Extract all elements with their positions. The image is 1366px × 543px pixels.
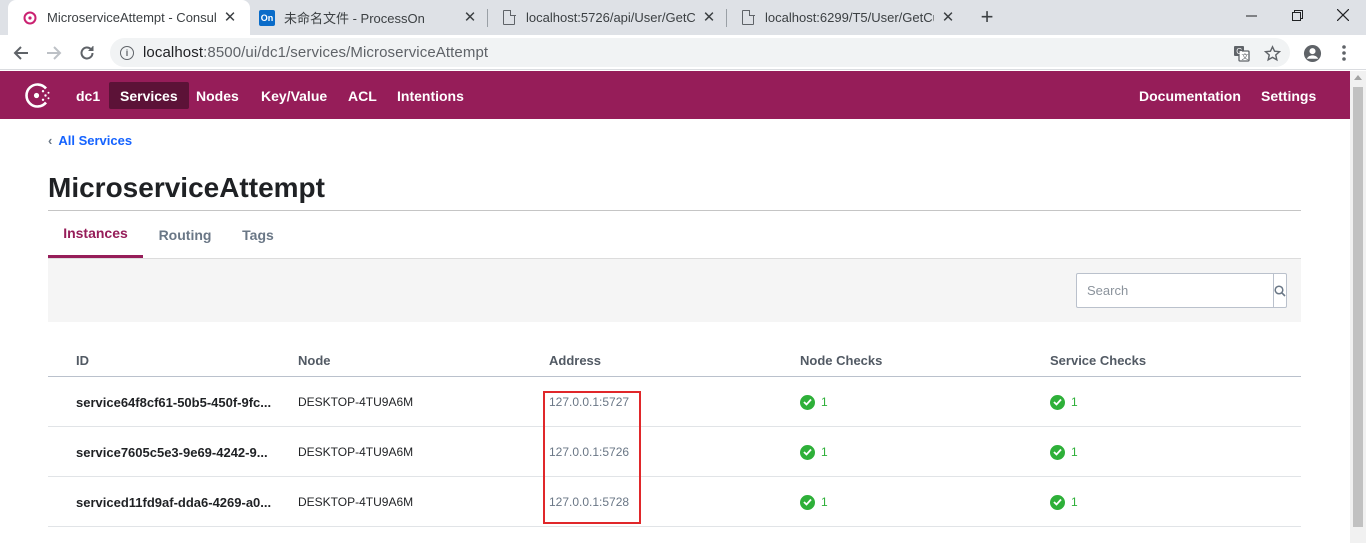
service-checks-count: 1 [1071,395,1078,409]
document-icon [501,9,517,26]
check-passing-icon [1050,394,1065,410]
search-icon [1274,284,1286,297]
scroll-thumb[interactable] [1353,87,1363,527]
node-checks-count: 1 [821,395,828,409]
service-tabs: Instances Routing Tags [48,211,1301,259]
browser-menu-icon[interactable] [1331,40,1357,66]
instance-node: DESKTOP-4TU9A6M [298,495,414,509]
service-checks-cell: 1 [1050,477,1078,527]
table-header: ID Node Address Node Checks Service Chec… [48,345,1301,377]
browser-tab-localhost-5726[interactable]: localhost:5726/api/User/GetCu ✕ [487,0,729,35]
document-icon [740,9,756,26]
nav-intentions[interactable]: Intentions [386,82,475,109]
browser-tab-processon[interactable]: On 未命名文件 - ProcessOn ✕ [245,0,490,35]
service-checks-count: 1 [1071,445,1078,459]
breadcrumb-all-services[interactable]: All Services [58,133,132,148]
consul-icon [22,10,38,26]
tab-title: MicroserviceAttempt - Consul [47,10,216,25]
instance-node: DESKTOP-4TU9A6M [298,445,414,459]
check-passing-icon [800,394,815,410]
reload-icon[interactable] [74,40,100,66]
processon-icon: On [259,9,275,26]
nav-key-value[interactable]: Key/Value [250,82,338,109]
table-row[interactable]: serviced11fd9af-dda6-4269-a0... DESKTOP-… [48,477,1301,527]
filter-bar [48,259,1301,322]
minimize-icon[interactable] [1228,0,1274,30]
datacenter-selector[interactable]: dc1 [65,82,111,109]
table-row[interactable]: service7605c5e3-9e69-4242-9... DESKTOP-4… [48,427,1301,477]
tab-tags[interactable]: Tags [233,211,283,258]
search-button[interactable] [1273,274,1286,307]
url-text: localhost:8500/ui/dc1/services/Microserv… [143,44,489,61]
consul-top-nav: dc1 Services Nodes Key/Value ACL Intenti… [0,71,1350,119]
tab-routing[interactable]: Routing [151,211,219,258]
address-bar[interactable]: i localhost:8500/ui/dc1/services/Microse… [110,38,1290,67]
node-checks-cell: 1 [800,377,828,427]
tab-instances[interactable]: Instances [48,211,143,258]
header-id: ID [76,353,89,368]
page-scrollbar[interactable] [1350,71,1366,543]
header-address: Address [549,353,602,368]
browser-toolbar: i localhost:8500/ui/dc1/services/Microse… [0,35,1366,70]
instances-table: ID Node Address Node Checks Service Chec… [48,345,1301,527]
node-checks-cell: 1 [800,427,828,477]
breadcrumb[interactable]: ‹ All Services [48,133,132,148]
instance-id[interactable]: service64f8cf61-50b5-450f-9fc... [76,377,271,427]
service-checks-count: 1 [1071,495,1078,509]
browser-tab-strip: MicroserviceAttempt - Consul ✕ On 未命名文件 … [0,0,1366,35]
chevron-left-icon: ‹ [48,133,53,148]
nav-services[interactable]: Services [109,82,189,109]
nav-nodes[interactable]: Nodes [185,82,250,109]
consul-logo-icon[interactable] [24,82,51,109]
close-tab-icon[interactable]: ✕ [222,9,238,26]
table-row[interactable]: service64f8cf61-50b5-450f-9fc... DESKTOP… [48,377,1301,427]
site-info-icon[interactable]: i [120,45,134,60]
restore-icon[interactable] [1274,0,1320,30]
nav-settings[interactable]: Settings [1250,82,1327,109]
browser-tab-consul[interactable]: MicroserviceAttempt - Consul ✕ [8,0,250,35]
check-passing-icon [800,444,815,460]
service-checks-cell: 1 [1050,377,1078,427]
forward-arrow-icon[interactable] [41,40,67,66]
check-passing-icon [1050,494,1065,510]
search-input[interactable] [1077,274,1273,307]
bookmark-star-icon[interactable] [1259,40,1285,66]
back-arrow-icon[interactable] [8,40,34,66]
close-window-icon[interactable] [1320,0,1366,30]
profile-avatar-icon[interactable] [1299,40,1325,66]
close-tab-icon[interactable]: ✕ [701,9,717,26]
scroll-up-arrow-icon[interactable] [1354,75,1362,80]
header-service-checks: Service Checks [1050,353,1147,368]
node-checks-count: 1 [821,445,828,459]
close-tab-icon[interactable]: ✕ [940,9,956,26]
search-box [1076,273,1287,308]
node-checks-cell: 1 [800,477,828,527]
tab-title: localhost:5726/api/User/GetCu [526,10,695,25]
browser-tab-localhost-6299[interactable]: localhost:6299/T5/User/GetCu ✕ [726,0,968,35]
service-checks-cell: 1 [1050,427,1078,477]
nav-acl[interactable]: ACL [337,82,388,109]
node-checks-count: 1 [821,495,828,509]
check-passing-icon [800,494,815,510]
translate-icon[interactable]: G文 [1228,40,1254,66]
new-tab-button[interactable]: + [976,6,998,28]
close-tab-icon[interactable]: ✕ [462,9,478,26]
svg-text:文: 文 [1241,52,1248,61]
header-node: Node [298,353,331,368]
header-node-checks: Node Checks [800,353,883,368]
check-passing-icon [1050,444,1065,460]
address-highlight-annotation [543,391,641,524]
instance-id[interactable]: serviced11fd9af-dda6-4269-a0... [76,477,271,527]
nav-documentation[interactable]: Documentation [1128,82,1252,109]
tab-title: localhost:6299/T5/User/GetCu [765,10,934,25]
instance-id[interactable]: service7605c5e3-9e69-4242-9... [76,427,268,477]
page-title: MicroserviceAttempt [48,172,325,203]
tab-title: 未命名文件 - ProcessOn [284,11,425,26]
instance-node: DESKTOP-4TU9A6M [298,395,414,409]
